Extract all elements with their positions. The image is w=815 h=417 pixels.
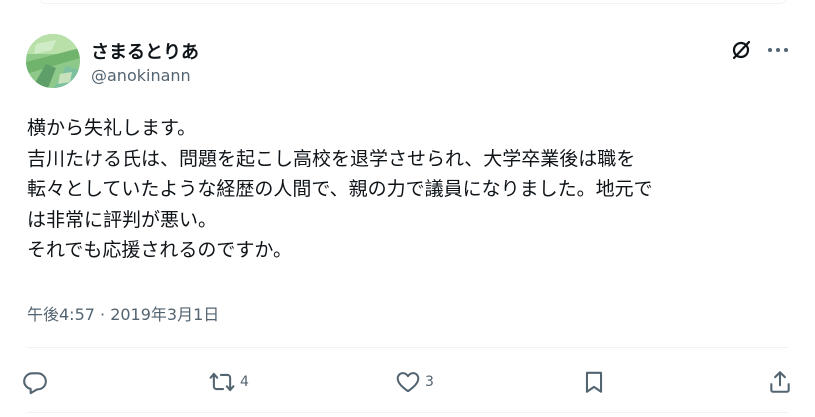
reply-icon: [23, 372, 47, 395]
user-handle[interactable]: @anokinann: [91, 66, 191, 85]
divider: [27, 412, 788, 413]
more-icon: [768, 48, 788, 52]
share-button[interactable]: [767, 369, 793, 395]
tweet-text-line: 吉川たける氏は、問題を起こし高校を退学させられ、大学卒業後は職を: [27, 147, 636, 170]
like-button[interactable]: 3: [395, 369, 435, 395]
tweet-text-line: 転々としていたような経歴の人間で、親の力で議員になりました。地元で: [27, 178, 653, 200]
retweet-button[interactable]: 4: [208, 369, 249, 395]
divider: [27, 347, 788, 348]
like-count: 3: [424, 374, 434, 390]
avatar-image: [26, 34, 80, 88]
action-bar: 4 3: [22, 366, 793, 398]
grok-icon: [732, 40, 751, 60]
heart-icon: [396, 372, 420, 393]
avatar[interactable]: [26, 34, 80, 88]
tweet-text-line: は非常に評判が悪い。: [27, 208, 218, 231]
grok-button[interactable]: [729, 38, 753, 62]
more-options-button[interactable]: [766, 38, 790, 62]
tweet-timestamp[interactable]: 午後4:57 · 2019年3月1日: [27, 301, 219, 325]
bookmark-icon: [585, 371, 603, 393]
tweet-text-line: 横から失礼します。: [27, 117, 197, 139]
retweet-count: 4: [240, 374, 249, 390]
tweet-text: 横から失礼します。 吉川たける氏は、問題を起こし高校を退学させられ、大学卒業後は…: [27, 113, 797, 266]
bookmark-button[interactable]: [581, 369, 621, 395]
display-name[interactable]: さまるとりあ: [91, 38, 199, 64]
reply-button[interactable]: [22, 369, 62, 395]
retweet-icon: [209, 372, 235, 392]
share-icon: [770, 371, 790, 393]
tweet-text-line: それでも応援されるのですか。: [27, 239, 293, 261]
previous-post-card: [38, 0, 788, 4]
